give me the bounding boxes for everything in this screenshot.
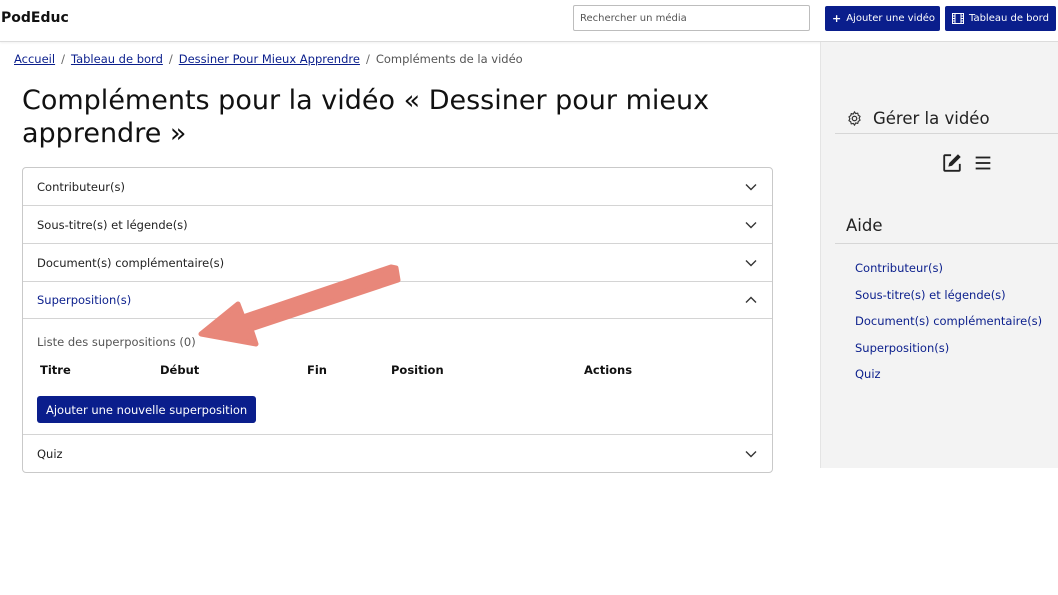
film-icon <box>952 13 964 24</box>
help-link-contributors[interactable]: Contributeur(s) <box>855 261 1042 288</box>
add-video-label: Ajouter une vidéo <box>846 13 935 24</box>
breadcrumb-home[interactable]: Accueil <box>14 52 55 66</box>
manage-video-title: Gérer la vidéo <box>873 109 990 128</box>
chevron-up-icon <box>745 296 757 303</box>
accordion-item-documents: Document(s) complémentaire(s) <box>23 244 772 282</box>
help-link-subtitles[interactable]: Sous-titre(s) et légende(s) <box>855 288 1042 315</box>
overlay-panel: Liste des superpositions (0) Titre Début… <box>23 319 772 434</box>
accordion-header-subtitles[interactable]: Sous-titre(s) et légende(s) <box>23 206 772 243</box>
gear-icon <box>848 111 861 126</box>
breadcrumb-separator: / <box>168 52 173 66</box>
edit-icon[interactable] <box>941 152 963 174</box>
breadcrumb-separator: / <box>61 52 65 66</box>
dashboard-label: Tableau de bord <box>969 13 1049 24</box>
help-links: Contributeur(s) Sous-titre(s) et légende… <box>855 261 1042 394</box>
add-video-button[interactable]: + Ajouter une vidéo <box>825 6 940 31</box>
column-position: Position <box>391 363 444 377</box>
breadcrumb-current: Compléments de la vidéo <box>375 52 523 66</box>
breadcrumb-separator: / <box>365 52 370 66</box>
accordion-label: Superposition(s) <box>37 293 132 307</box>
page-title: Compléments pour la vidéo « Dessiner pou… <box>22 85 710 149</box>
column-end: Fin <box>307 363 327 377</box>
help-link-quiz[interactable]: Quiz <box>855 367 1042 394</box>
manage-actions <box>941 152 994 174</box>
dashboard-button[interactable]: Tableau de bord <box>945 6 1056 31</box>
accordion-label: Sous-titre(s) et légende(s) <box>37 217 188 232</box>
accordion-label: Quiz <box>37 446 63 461</box>
column-actions: Actions <box>584 363 633 377</box>
chevron-down-icon <box>745 259 757 266</box>
accordion-label: Contributeur(s) <box>37 179 125 194</box>
accordion-item-subtitles: Sous-titre(s) et légende(s) <box>23 206 772 244</box>
plus-icon: + <box>832 12 842 25</box>
help-heading: Aide <box>835 216 1058 244</box>
help-link-documents[interactable]: Document(s) complémentaire(s) <box>855 314 1042 341</box>
accordion: Contributeur(s) Sous-titre(s) et légende… <box>22 167 773 473</box>
search-input[interactable] <box>573 5 810 31</box>
chevron-down-icon <box>745 450 757 457</box>
breadcrumb-video[interactable]: Dessiner Pour Mieux Apprendre <box>179 52 360 66</box>
menu-icon[interactable] <box>972 152 994 174</box>
breadcrumb-dashboard[interactable]: Tableau de bord <box>71 52 163 66</box>
chevron-down-icon <box>745 183 757 190</box>
column-start: Début <box>160 363 200 377</box>
manage-video-heading: Gérer la vidéo <box>835 104 1058 134</box>
column-title: Titre <box>40 363 71 377</box>
accordion-header-quiz[interactable]: Quiz <box>23 435 772 472</box>
brand-logo[interactable]: PodEduc <box>1 10 69 26</box>
top-navbar: PodEduc + Ajouter une vidéo Tableau de b… <box>0 0 1058 42</box>
help-link-overlays[interactable]: Superposition(s) <box>855 341 1042 368</box>
accordion-header-documents[interactable]: Document(s) complémentaire(s) <box>23 244 772 281</box>
accordion-item-overlays: Superposition(s) Liste des superposition… <box>23 282 772 435</box>
chevron-down-icon <box>745 221 757 228</box>
sidebar: Gérer la vidéo Aide Contributeur(s) Sous… <box>820 42 1058 468</box>
accordion-header-overlays[interactable]: Superposition(s) <box>23 282 772 319</box>
accordion-label: Document(s) complémentaire(s) <box>37 255 225 270</box>
breadcrumb: Accueil / Tableau de bord / Dessiner Pou… <box>14 52 523 66</box>
overlay-table-header: Titre Début Fin Position Actions <box>37 363 758 389</box>
overlay-list-title: Liste des superpositions (0) <box>37 335 196 349</box>
accordion-item-quiz: Quiz <box>23 435 772 472</box>
add-overlay-button[interactable]: Ajouter une nouvelle superposition <box>37 396 257 423</box>
accordion-header-contributors[interactable]: Contributeur(s) <box>23 168 772 205</box>
accordion-item-contributors: Contributeur(s) <box>23 168 772 206</box>
